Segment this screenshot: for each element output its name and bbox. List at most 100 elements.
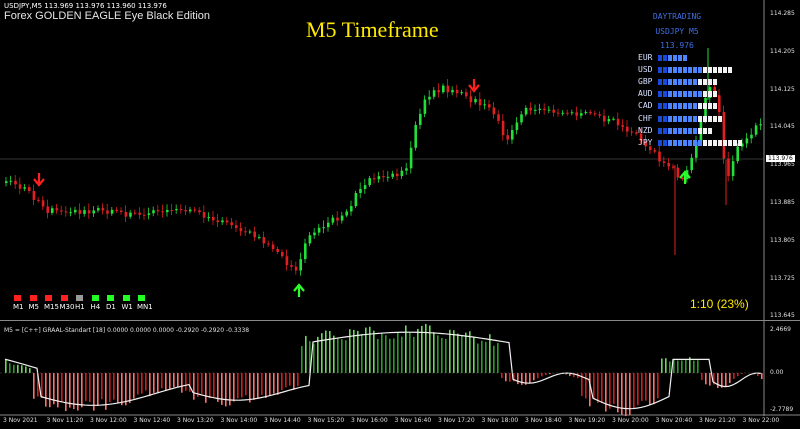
strength-bar — [693, 67, 697, 74]
candle-body — [561, 112, 565, 114]
oscillator-bar — [85, 373, 87, 401]
timeframe-title: M5 Timeframe — [306, 17, 439, 42]
candle-body — [386, 176, 390, 178]
oscillator-bar — [541, 373, 543, 377]
candle-body — [156, 210, 160, 212]
strength-bar — [663, 67, 667, 74]
strength-bar — [708, 115, 712, 122]
oscillator-bar — [449, 329, 451, 373]
oscillator-bar — [417, 328, 419, 373]
strength-bar — [658, 127, 662, 134]
oscillator-bar — [693, 360, 695, 373]
oscillator-panel[interactable] — [0, 322, 800, 416]
oscillator-bar — [61, 373, 63, 402]
candle-body — [488, 104, 491, 108]
oscillator-bar — [373, 330, 375, 373]
oscillator-bar — [269, 373, 271, 397]
oscillator-bar — [169, 373, 171, 389]
oscillator-bar — [409, 332, 411, 373]
oscillator-bar — [29, 368, 31, 373]
oscillator-bar — [101, 373, 103, 400]
time-axis-label: 3 Nov 16:40 — [394, 417, 432, 424]
strength-bar — [698, 67, 702, 74]
candle-body — [313, 232, 316, 236]
oscillator-bar — [165, 373, 167, 391]
oscillator-bar — [665, 358, 667, 373]
strength-bar — [698, 115, 702, 122]
oscillator-bar — [593, 373, 595, 400]
oscillator-bar — [17, 364, 19, 373]
oscillator-bar — [273, 373, 275, 394]
candle-body — [14, 180, 17, 185]
strength-bar — [683, 103, 687, 110]
candle-body — [317, 227, 321, 233]
oscillator-label: M5 = [C++] GRAAL-Standart [18] 0.0000 0.… — [4, 327, 250, 334]
candle-body — [396, 173, 399, 177]
candle-body — [41, 200, 45, 207]
candle-body — [106, 210, 109, 214]
time-axis-label: 3 Nov 16:00 — [351, 417, 388, 424]
candle-body — [202, 212, 206, 218]
candle-body — [469, 96, 473, 103]
candle-body — [23, 187, 26, 189]
oscillator-bar — [645, 373, 647, 401]
oscillator-bar — [401, 336, 403, 373]
candle-body — [731, 161, 735, 177]
dashboard-title: DAYTRADING — [652, 12, 702, 21]
timeframe-label-m30: M30 — [59, 303, 75, 311]
strength-bar — [733, 139, 737, 146]
oscillator-bar — [737, 373, 739, 377]
strength-bar — [683, 55, 687, 61]
oscillator-bar — [305, 335, 307, 373]
candle-body — [409, 147, 413, 169]
currency-jpy-label: JPY — [638, 137, 653, 147]
oscillator-bar — [441, 337, 443, 373]
time-axis-label: 3 Nov 17:20 — [438, 417, 475, 424]
oscillator-bar — [33, 373, 35, 399]
strength-bar — [668, 127, 672, 134]
candle-body — [672, 166, 675, 168]
candle-body — [538, 108, 542, 110]
candle-body — [78, 209, 82, 214]
candle-body — [290, 265, 293, 267]
candle-body — [492, 107, 496, 115]
oscillator-bar — [45, 373, 47, 407]
candle-body — [83, 210, 86, 214]
price-axis-label: 113.725 — [770, 274, 795, 282]
strength-bar — [698, 79, 702, 86]
strength-bar — [713, 139, 717, 146]
price-axis-label: 114.045 — [770, 123, 795, 131]
strength-bar — [663, 139, 667, 146]
oscillator-bar — [517, 373, 519, 385]
strength-bar — [688, 139, 692, 146]
oscillator-bar — [533, 373, 535, 381]
candle-body — [28, 187, 31, 191]
candle-body — [46, 206, 49, 213]
time-axis-label: 3 Nov 11:20 — [46, 417, 84, 424]
timeframe-label-mn1: MN1 — [137, 303, 153, 311]
candle-body — [262, 237, 266, 244]
currency-gbp-label: GBP — [638, 77, 653, 87]
oscillator-bar — [317, 336, 319, 373]
strength-bar — [668, 79, 672, 86]
oscillator-bar — [145, 373, 147, 391]
currency-eur-label: EUR — [638, 53, 653, 62]
candle-body — [69, 212, 72, 214]
price-axis-label: 113.965 — [770, 161, 795, 169]
candle-body — [5, 181, 8, 183]
candle-body — [593, 113, 597, 115]
oscillator-bar — [177, 373, 179, 388]
candle-body — [363, 185, 367, 189]
candle-body — [322, 227, 325, 229]
sell-arrow-icon — [468, 79, 480, 93]
oscillator-bar — [685, 359, 687, 373]
oscillator-bar — [633, 373, 635, 408]
candle-body — [152, 210, 155, 214]
candle-body — [225, 220, 229, 223]
strength-bar — [693, 115, 697, 122]
oscillator-bar — [241, 373, 243, 398]
strength-bar — [678, 127, 682, 134]
candle-body — [175, 208, 178, 211]
candle-body — [437, 90, 440, 93]
time-axis-label: 3 Nov 2021 — [3, 417, 38, 424]
